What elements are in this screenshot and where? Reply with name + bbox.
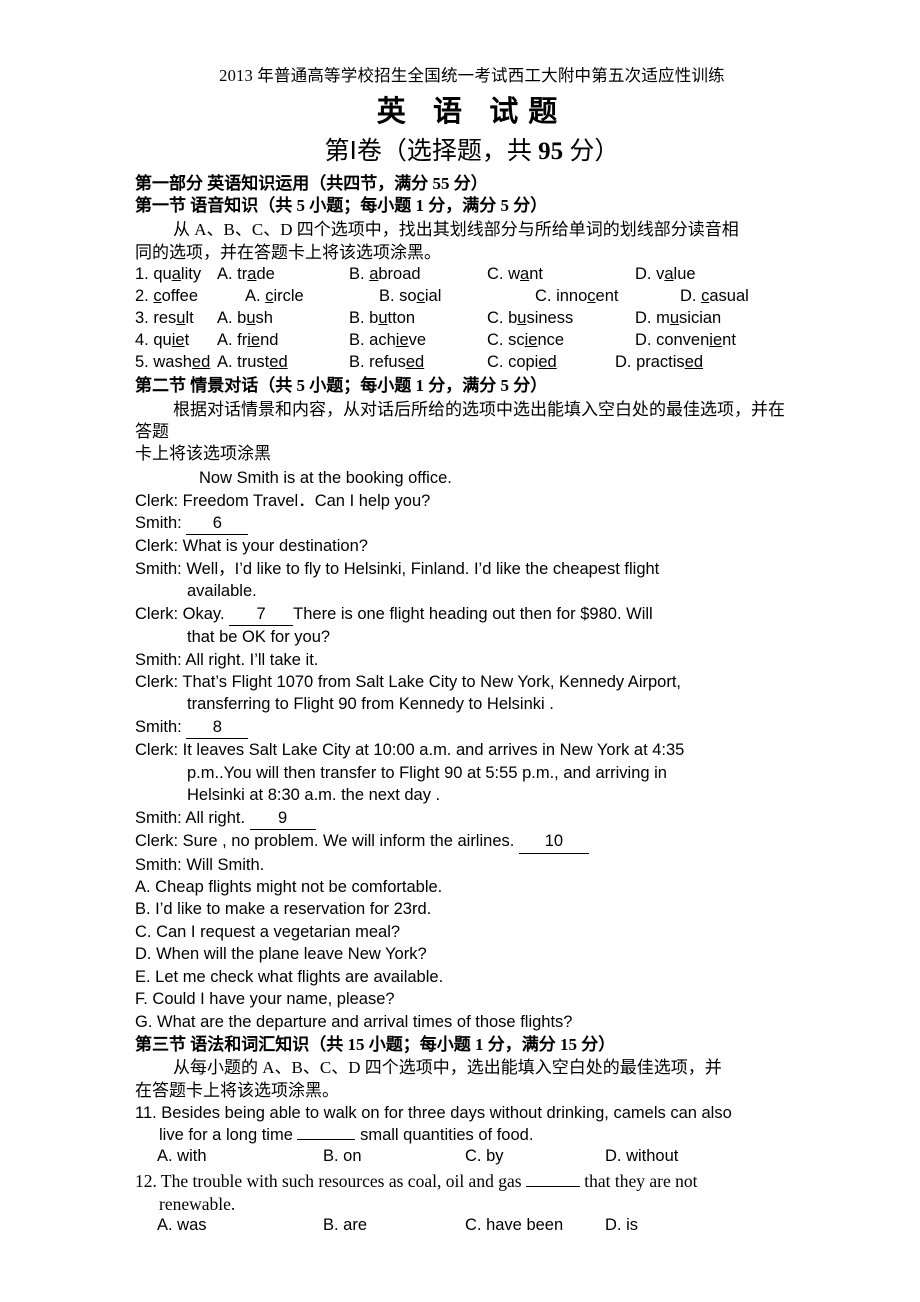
dialogue-answer-option[interactable]: C. Can I request a vegetarian meal? (135, 921, 795, 943)
dialogue-line: Smith: Well，I’d like to fly to Helsinki,… (135, 559, 660, 578)
grammar-choice[interactable]: C. by (465, 1147, 504, 1166)
dialogue-line-with-blank: Clerk: Okay. 7 There is one flight headin… (135, 603, 795, 627)
dialogue-line: Clerk: What is your destination? (135, 537, 368, 556)
phonetics-option[interactable]: D. practised (615, 351, 703, 373)
phonetics-option[interactable]: A. trade (217, 263, 275, 285)
phonetics-option[interactable]: A. trusted (217, 351, 288, 373)
phonetics-question-row: 1. quality A. trade B. abroad C. want D. val… (135, 263, 795, 285)
paper-section-title: 第Ⅰ卷（选择题，共 95 分） (149, 131, 795, 167)
phonetics-option[interactable]: C. copied (487, 351, 557, 373)
answer-blank-7[interactable]: 7 (229, 603, 294, 627)
dialogue-answer-option[interactable]: B. I’d like to make a reservation for 23… (135, 898, 795, 920)
phonetics-option[interactable]: D. value (635, 263, 696, 285)
dialogue-line: Clerk: That’s Flight 1070 from Salt Lake… (135, 673, 681, 691)
section-three-instruction-line1: 从每小题的 A、B、C、D 四个选项中，选出能填入空白处的最佳选项，并 (173, 1058, 722, 1078)
document-content: 2013 年普通高等学校招生全国统一考试西工大附中第五次适应性训练 英 语 试题… (135, 62, 795, 1239)
grammar-choice[interactable]: C. have been (465, 1216, 563, 1235)
part-one-heading: 第一部分 英语知识运用（共四节，满分 55 分） (135, 174, 488, 193)
dialogue-line-with-blank: Clerk: Sure , no problem. We will inform… (135, 830, 795, 854)
grammar-choice-row: A. was B. are C. have been D. is (135, 1216, 795, 1239)
phonetics-option[interactable]: A. friend (217, 329, 278, 351)
section-three-heading: 第三节 语法和词汇知识（共 15 小题；每小题 1 分，满分 15 分） (135, 1035, 616, 1054)
paper-title-suffix: 分） (563, 138, 620, 165)
phonetics-stem-word: 5. washed (135, 353, 211, 372)
dialogue-answer-option[interactable]: D. When will the plane leave New York? (135, 943, 795, 965)
section-two-heading: 第二节 情景对话（共 5 小题；每小题 1 分，满分 5 分） (135, 376, 548, 396)
paper-title-score: 95 (538, 138, 564, 165)
answer-blank-10[interactable]: 10 (518, 830, 589, 854)
phonetics-question-row: 2. coffee A. circle B. social C. innocent D.… (135, 285, 795, 307)
phonetics-question-row: 4. quiet A. friend B. achieve C. science D. … (135, 329, 795, 351)
dialogue-scene-setting: Now Smith is at the booking office. (199, 469, 452, 488)
dialogue-line-continuation: that be OK for you? (187, 628, 331, 647)
grammar-choice[interactable]: D. is (605, 1216, 638, 1235)
dialogue-line: Clerk: Freedom Travel．Can I help you? (135, 491, 431, 510)
phonetics-stem-word: 4. quiet (135, 331, 190, 350)
section-two-instruction-line1: 根据对话情景和内容，从对话后所给的选项中选出能填入空白处的最佳选项，并在答题 (135, 399, 785, 441)
dialogue-option-list: A. Cheap flights might not be comfortabl… (135, 876, 795, 1033)
phonetics-option[interactable]: C. innocent (535, 285, 618, 307)
answer-blank-8[interactable]: 8 (186, 716, 249, 740)
grammar-choice[interactable]: B. on (323, 1147, 362, 1166)
dialogue-answer-option[interactable]: E. Let me check what flights are availab… (135, 966, 795, 988)
grammar-choice[interactable]: D. without (605, 1147, 678, 1166)
phonetics-option[interactable]: D. convenient (635, 329, 736, 351)
grammar-question-stem-continuation: live for a long time small quantities of… (159, 1126, 534, 1145)
phonetics-option[interactable]: D. musician (635, 307, 721, 329)
grammar-fill-blank[interactable] (525, 1185, 580, 1187)
phonetics-option[interactable]: B. refused (349, 351, 424, 373)
dialogue-line-with-blank: Smith: All right. 9 (135, 807, 795, 831)
phonetics-option[interactable]: C. business (487, 307, 573, 329)
page-title-header: 2013 年普通高等学校招生全国统一考试西工大附中第五次适应性训练 (219, 66, 725, 85)
dialogue-line: Clerk: It leaves Salt Lake City at 10:00… (135, 741, 685, 760)
phonetics-option[interactable]: B. abroad (349, 263, 421, 285)
grammar-choice[interactable]: A. with (157, 1147, 207, 1166)
dialogue-line: Smith: All right. I’ll take it. (135, 650, 319, 669)
grammar-question-stem-continuation: renewable. (159, 1193, 236, 1214)
grammar-choice-row: A. with B. on C. by D. without (135, 1147, 795, 1170)
paper-title-prefix: 第Ⅰ卷（选择题，共 (324, 138, 539, 165)
dialogue-line-continuation: transferring to Flight 90 from Kennedy t… (187, 695, 554, 714)
phonetics-stem-word: 3. result (135, 309, 194, 328)
grammar-fill-blank[interactable] (297, 1139, 356, 1141)
dialogue-line-with-blank: Smith: 8 (135, 716, 795, 740)
phonetics-stem-word: 1. quality (135, 265, 202, 284)
dialogue-lines: Clerk: Freedom Travel．Can I help you? Smi… (135, 490, 795, 876)
exam-paper-page: 2013 年普通高等学校招生全国统一考试西工大附中第五次适应性训练 英 语 试题… (0, 0, 920, 1302)
grammar-question-list: 11. Besides being able to walk on for th… (135, 1102, 795, 1239)
phonetics-option[interactable]: B. achieve (349, 329, 426, 351)
phonetics-option[interactable]: B. button (349, 307, 415, 329)
phonetics-stem-word: 2. coffee (135, 287, 199, 306)
dialogue-answer-option[interactable]: F. Could I have your name, please? (135, 988, 795, 1010)
phonetics-option[interactable]: D. casual (680, 285, 749, 307)
dialogue-line-continuation: available. (187, 582, 257, 601)
grammar-choice[interactable]: A. was (157, 1216, 207, 1235)
section-two-instruction-line2: 卡上将该选项涂黑 (135, 444, 271, 464)
grammar-question-stem: 12. The trouble with such resources as c… (135, 1170, 698, 1191)
grammar-question-stem: 11. Besides being able to walk on for th… (135, 1103, 732, 1122)
dialogue-answer-option[interactable]: G. What are the departure and arrival ti… (135, 1011, 795, 1033)
section-three-instruction-line2: 在答题卡上将该选项涂黑。 (135, 1081, 339, 1101)
phonetics-option[interactable]: B. social (379, 285, 441, 307)
phonetics-question-list: 1. quality A. trade B. abroad C. want D. val… (135, 263, 795, 373)
phonetics-option[interactable]: C. want (487, 263, 543, 285)
section-one-instruction-line2: 同的选项，并在答题卡上将该选项涂黑。 (135, 242, 441, 262)
phonetics-option[interactable]: C. science (487, 329, 564, 351)
dialogue-line-with-blank: Smith: 6 (135, 512, 795, 536)
section-one-instruction-line1: 从 A、B、C、D 四个选项中，找出其划线部分与所给单词的划线部分读音相 (173, 219, 739, 239)
grammar-choice[interactable]: B. are (323, 1216, 367, 1235)
subject-title: 英 语 试题 (376, 96, 568, 128)
phonetics-question-row: 5. washed A. trusted B. refused C. copied D.… (135, 351, 795, 373)
phonetics-option[interactable]: A. circle (245, 285, 304, 307)
dialogue-line-continuation: p.m..You will then transfer to Flight 90… (187, 763, 667, 782)
section-one-heading: 第一节 语音知识（共 5 小题；每小题 1 分，满分 5 分） (135, 196, 548, 216)
answer-blank-6[interactable]: 6 (186, 512, 249, 536)
dialogue-line-continuation: Helsinki at 8:30 a.m. the next day . (187, 786, 441, 805)
answer-blank-9[interactable]: 9 (249, 807, 316, 831)
dialogue-line: Smith: Will Smith. (135, 855, 265, 874)
phonetics-option[interactable]: A. bush (217, 307, 273, 329)
dialogue-answer-option[interactable]: A. Cheap flights might not be comfortabl… (135, 876, 795, 898)
phonetics-question-row: 3. result A. bush B. button C. business D. m… (135, 307, 795, 329)
